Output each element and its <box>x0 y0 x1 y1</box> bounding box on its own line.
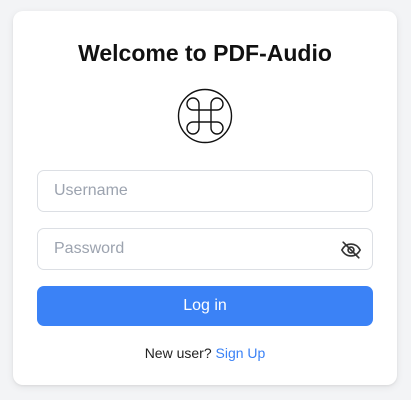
signup-link[interactable]: Sign Up <box>216 345 266 361</box>
username-input[interactable] <box>38 171 372 211</box>
command-key-icon <box>177 88 233 144</box>
page-title: Welcome to PDF-Audio <box>78 40 332 66</box>
password-field-wrapper <box>37 228 373 270</box>
eye-off-icon[interactable] <box>340 239 362 261</box>
username-field-wrapper <box>37 170 373 212</box>
new-user-text: New user? <box>144 345 216 361</box>
signup-prompt: New user? Sign Up <box>13 344 397 362</box>
login-card: Welcome to PDF-Audio Log in New user? Si… <box>13 11 397 385</box>
password-input[interactable] <box>38 229 372 269</box>
login-button[interactable]: Log in <box>37 286 373 326</box>
